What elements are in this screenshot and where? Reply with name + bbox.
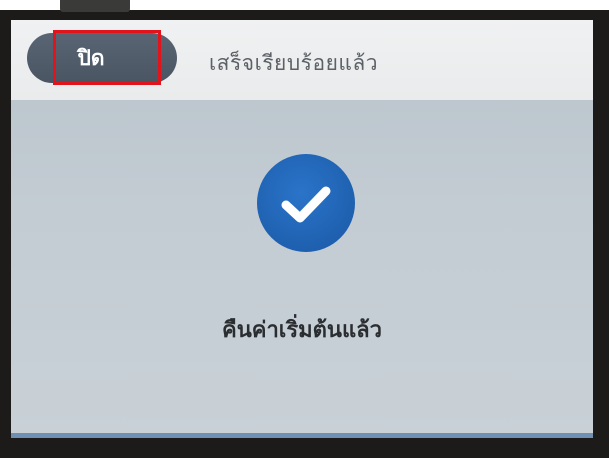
close-button[interactable]: ปิด <box>27 33 177 83</box>
device-screen: ปิด เสร็จเรียบร้อยแล้ว คืนค่าเริ่มต้นแล้… <box>11 20 593 438</box>
bezel-marking <box>60 0 130 12</box>
screen-bottom-edge <box>11 433 593 438</box>
header-bar: ปิด เสร็จเรียบร้อยแล้ว <box>11 20 593 100</box>
page-title: เสร็จเรียบร้อยแล้ว <box>209 51 379 75</box>
checkmark-icon <box>257 154 355 252</box>
status-message: คืนค่าเริ่มต้นแล้ว <box>221 318 382 343</box>
checkmark-glyph <box>281 186 331 223</box>
device-frame: ปิด เสร็จเรียบร้อยแล้ว คืนค่าเริ่มต้นแล้… <box>0 0 609 458</box>
